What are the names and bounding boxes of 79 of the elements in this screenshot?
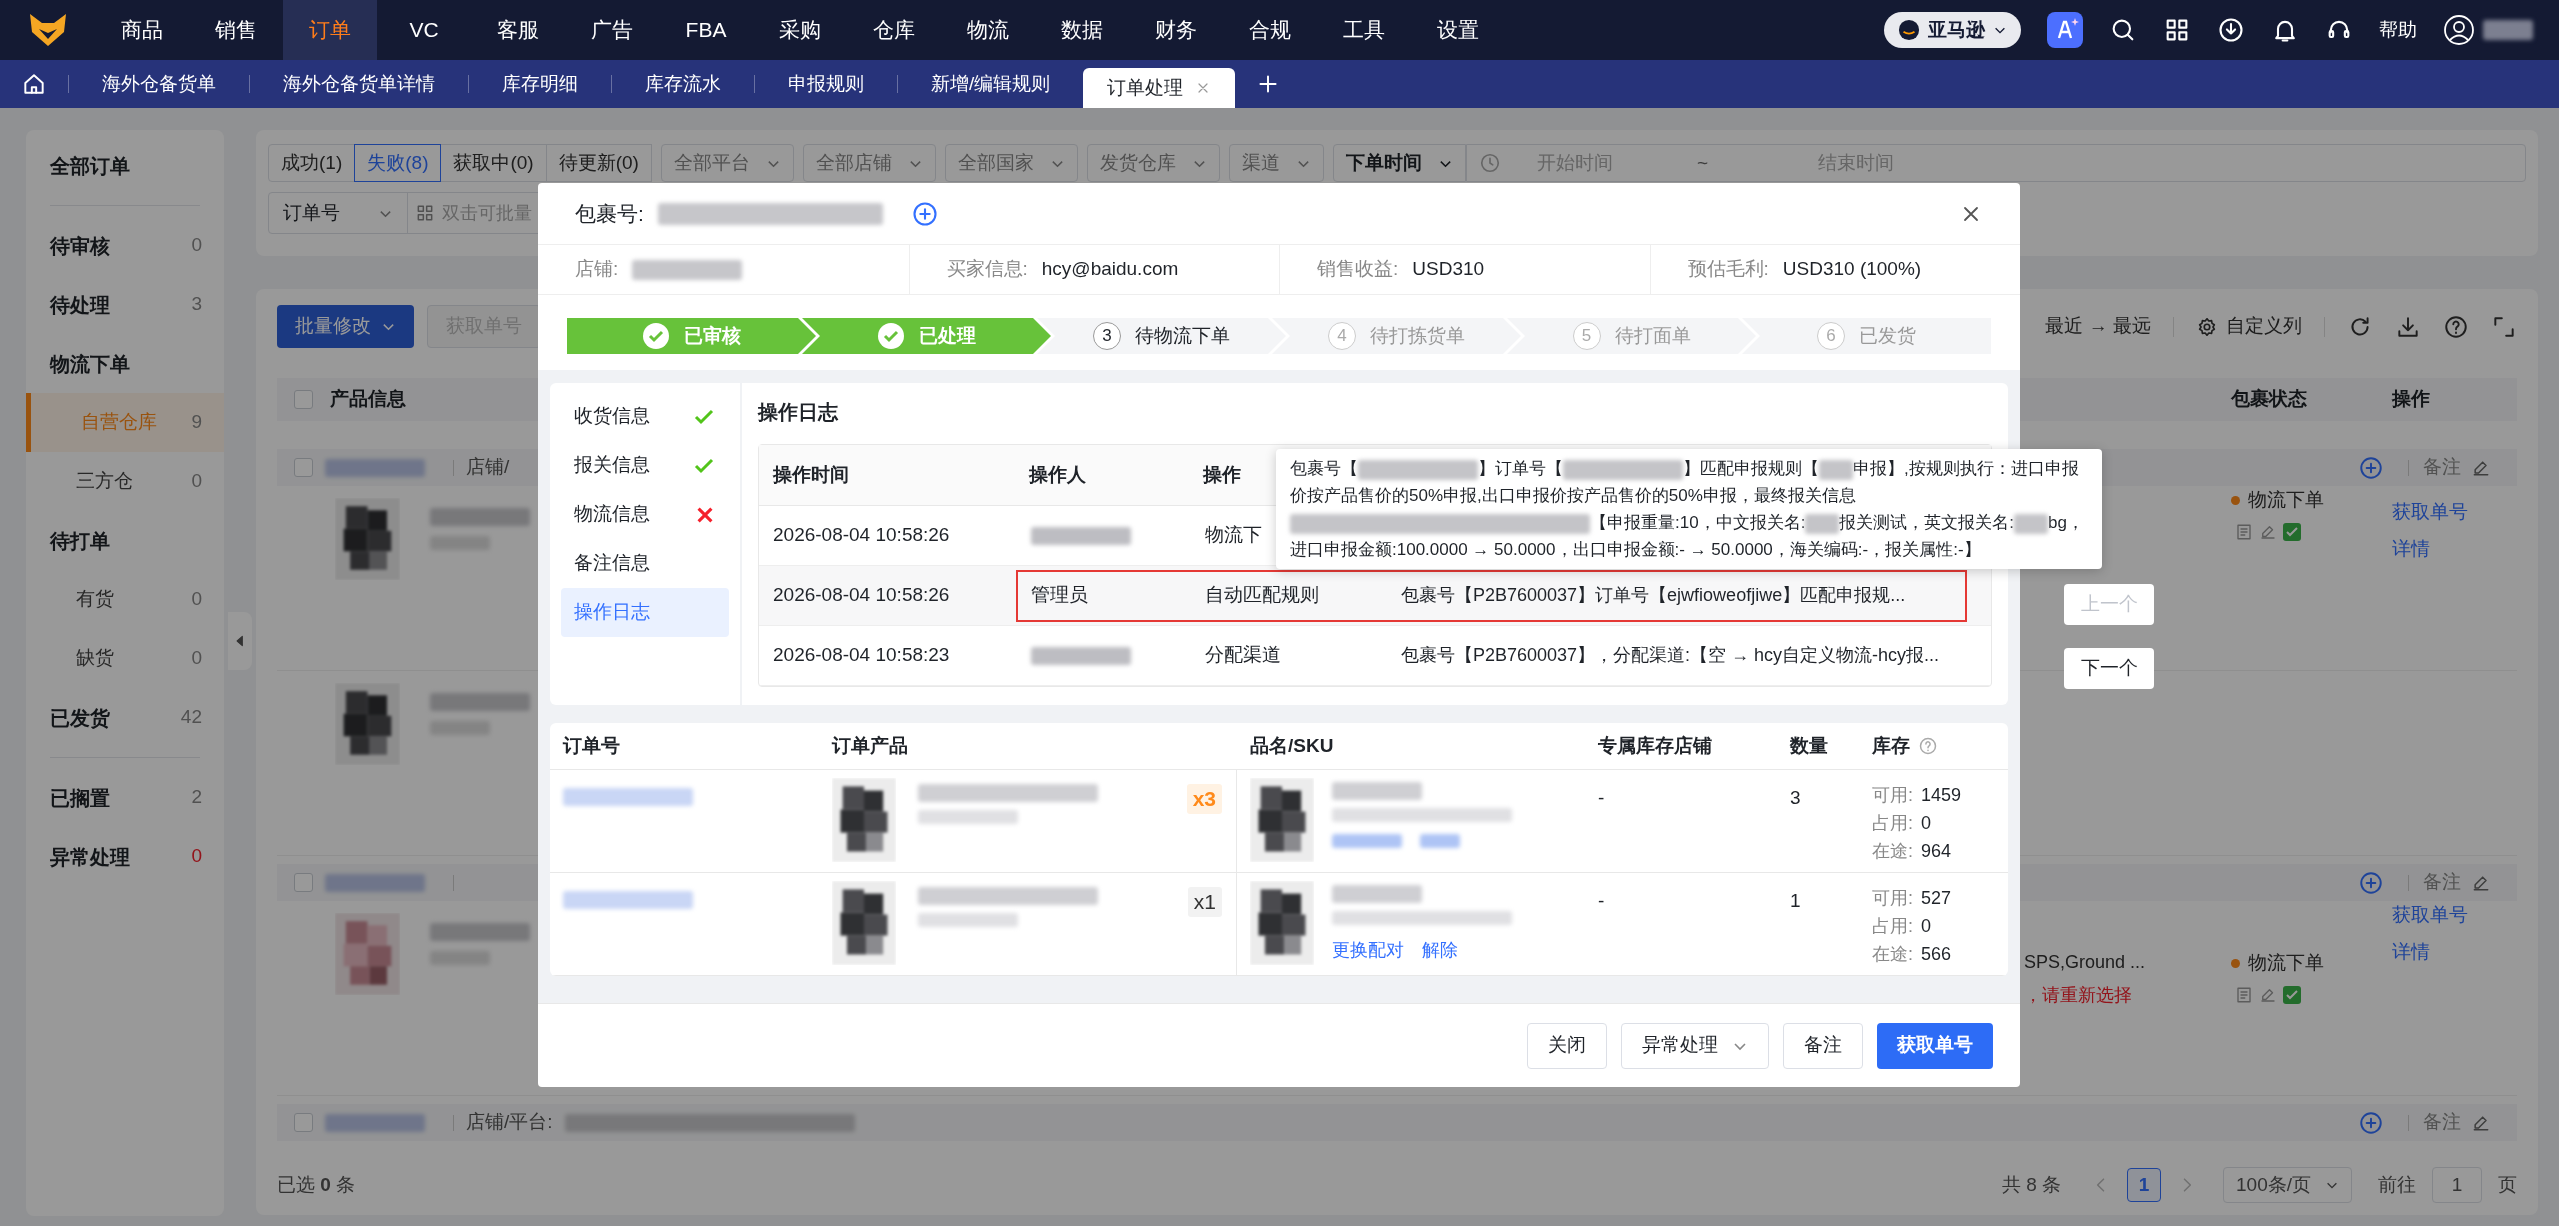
- info-value: USD310 (100%): [1782, 257, 1922, 282]
- item-count: 0: [191, 233, 202, 258]
- store-label: 店铺/平台:: [466, 1110, 553, 1135]
- step-label: 待打拣货单: [1370, 323, 1465, 348]
- step-label: 待打面单: [1614, 323, 1691, 348]
- table-cell-text: 包裹号【P2B7600037】，分配渠道:【空 → hcy自定义物流-hcy报...: [1401, 644, 1940, 667]
- item-count: 42: [180, 705, 202, 730]
- info-label: 买家信息:: [946, 257, 1028, 282]
- selected-count: 已选 0 条: [277, 1172, 356, 1197]
- info-label: 销售收益:: [1317, 257, 1399, 282]
- item-count: 2: [191, 785, 202, 810]
- column-header: 数量: [1790, 733, 1828, 758]
- column-header: 产品信息: [330, 387, 406, 412]
- stock-label: 可用:: [1872, 887, 1913, 910]
- stock-value: 1459: [1921, 784, 1962, 807]
- table-cell: -: [1598, 787, 1605, 808]
- stock-value: 0: [1921, 812, 1932, 835]
- stock-label: 占用:: [1872, 812, 1913, 835]
- error-text: ，请重新选择: [2024, 984, 2133, 1007]
- table-cell-text: 2026-08-04 10:58:26: [772, 583, 951, 608]
- column-header: 操作: [2392, 387, 2431, 412]
- package-label: 包裹号:: [575, 200, 644, 227]
- item-count: 3: [191, 292, 202, 317]
- item-count: 0: [191, 469, 202, 494]
- stock-value: 566: [1921, 943, 1952, 966]
- table-cell: 自动匹配规则: [1205, 584, 1319, 606]
- table-cell: -: [1598, 890, 1605, 911]
- stock-value: 0: [1921, 915, 1932, 938]
- column-header: 品名/SKU: [1250, 733, 1334, 758]
- item-count: 0: [191, 587, 202, 612]
- stock-value: 527: [1921, 887, 1952, 910]
- stock-value: 964: [1921, 840, 1952, 863]
- table-cell: 1: [1790, 890, 1801, 911]
- column-header: 包裹状态: [2231, 387, 2308, 412]
- column-header: 操作: [1203, 463, 1241, 485]
- total-count: 共 8 条: [2001, 1172, 2061, 1197]
- quantity-badge: x3: [1186, 784, 1222, 814]
- step-number: 6: [1817, 322, 1845, 350]
- goto-suffix: 页: [2498, 1172, 2517, 1197]
- channel-text: SPS,Ground ...: [2024, 951, 2147, 974]
- tooltip-text: 包裹号【 】订单号【 】匹配申报规则【 申报】,按规则执行：进口申报价按产品售价的50%申报,出口申报价按产品售价的50%申报，最终报关信息 【申报重量:10，中文报关名: 报关测试，英文报关名: bg，进口申报金额:100.0000 → 50.0000，出口申报金额:- → 50.0000，海关编码:-，报关属性:-】: [1290, 458, 2085, 561]
- step-number: 3: [1093, 322, 1121, 350]
- item-count: 0: [191, 844, 202, 869]
- column-header: 操作时间: [773, 463, 849, 485]
- step-label: 已发货: [1859, 323, 1916, 348]
- column-header: 库存: [1872, 733, 1910, 758]
- store-label: 店铺/: [466, 455, 510, 480]
- step-label: 已处理: [919, 323, 976, 348]
- quantity-badge: x1: [1187, 887, 1222, 917]
- panel-title: 操作日志: [758, 400, 839, 425]
- status-text: 物流下单: [2248, 488, 2324, 512]
- table-cell: 3: [1790, 787, 1801, 808]
- column-header: 操作人: [1029, 463, 1086, 485]
- info-label: 预估毛利:: [1687, 257, 1769, 282]
- stock-label: 可用:: [1872, 784, 1913, 807]
- table-cell: 分配渠道: [1205, 644, 1281, 666]
- step-label: 已审核: [684, 323, 741, 348]
- status-text: 物流下单: [2248, 951, 2324, 975]
- table-cell: 管理员: [1031, 584, 1088, 606]
- step-number: 5: [1572, 322, 1601, 350]
- table-cell-text: 2026-08-04 10:58:26: [772, 523, 951, 548]
- table-cell-text: 包裹号【P2B7600037】订单号【ejwfioweofjiwe】匹配申报规...: [1401, 584, 1906, 607]
- item-count: 9: [191, 410, 202, 435]
- stock-label: 占用:: [1872, 915, 1913, 938]
- column-header: 专属库存店铺: [1598, 733, 1712, 758]
- table-cell: 物流下: [1205, 524, 1262, 546]
- stock-label: 在途:: [1872, 943, 1913, 966]
- item-count: 0: [191, 646, 202, 671]
- table-cell-text: 2026-08-04 10:58:23: [772, 643, 951, 668]
- step-number: 4: [1328, 322, 1356, 350]
- info-value: hcy@baidu.com: [1041, 257, 1179, 282]
- info-value: USD310: [1412, 257, 1485, 282]
- column-header: 订单号: [563, 733, 620, 758]
- info-label: 店铺:: [575, 257, 619, 282]
- stock-label: 在途:: [1872, 840, 1913, 863]
- column-header: 订单产品: [832, 733, 908, 758]
- goto-label: 前往: [2378, 1172, 2416, 1197]
- range-separator: ~: [1696, 150, 1709, 175]
- step-label: 待物流下单: [1135, 323, 1230, 348]
